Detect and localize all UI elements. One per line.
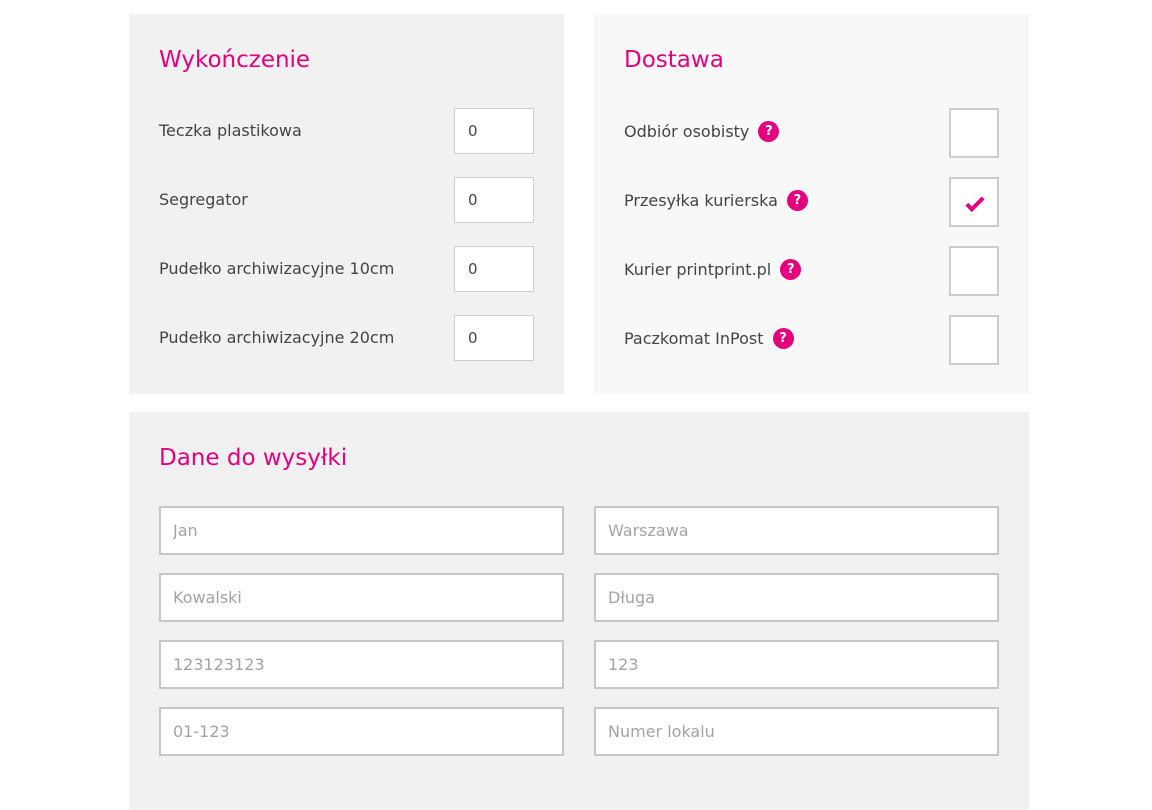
finish-label: Segregator (159, 190, 248, 209)
delivery-title: Dostawa (624, 47, 724, 73)
personal-pickup-checkbox[interactable] (949, 108, 999, 158)
delivery-option-printprint-courier: Kurier printprint.pl ? (624, 246, 999, 296)
delivery-option-paczkomat: Paczkomat InPost ? (624, 315, 999, 365)
delivery-label: Kurier printprint.pl (624, 260, 772, 279)
street-field[interactable] (594, 573, 999, 622)
finish-row-archive-box-20cm: Pudełko archiwizacyjne 20cm (159, 315, 534, 361)
printprint-courier-checkbox[interactable] (949, 246, 999, 296)
delivery-label-wrap: Kurier printprint.pl ? (624, 259, 802, 280)
apartment-number-field[interactable] (594, 707, 999, 756)
archive-box-10cm-quantity-input[interactable] (454, 246, 534, 292)
delivery-label: Przesyłka kurierska (624, 191, 778, 210)
delivery-label-wrap: Paczkomat InPost ? (624, 328, 794, 349)
help-icon[interactable]: ? (758, 121, 780, 142)
checkmark-icon (965, 192, 985, 213)
shipping-panel: Dane do wysyłki (129, 412, 1029, 810)
courier-checkbox[interactable] (949, 177, 999, 227)
city-field[interactable] (594, 506, 999, 555)
finish-row-plastic-folder: Teczka plastikowa (159, 108, 534, 154)
plastic-folder-quantity-input[interactable] (454, 108, 534, 154)
help-icon[interactable]: ? (786, 190, 808, 211)
finish-row-binder: Segregator (159, 177, 534, 223)
help-icon[interactable]: ? (780, 259, 802, 280)
finish-row-archive-box-10cm: Pudełko archiwizacyjne 10cm (159, 246, 534, 292)
delivery-option-courier: Przesyłka kurierska ? (624, 177, 999, 227)
finish-title: Wykończenie (159, 47, 311, 73)
delivery-label: Odbiór osobisty (624, 122, 750, 141)
delivery-panel: Dostawa Odbiór osobisty ? Przesyłka kuri… (594, 14, 1029, 394)
help-icon[interactable]: ? (772, 328, 794, 349)
finish-label: Teczka plastikowa (159, 121, 302, 140)
paczkomat-checkbox[interactable] (949, 315, 999, 365)
delivery-option-personal-pickup: Odbiór osobisty ? (624, 108, 999, 158)
finish-label: Pudełko archiwizacyjne 20cm (159, 328, 395, 347)
finish-panel: Wykończenie Teczka plastikowa Segregator… (129, 14, 564, 394)
delivery-label: Paczkomat InPost (624, 329, 764, 348)
finish-label: Pudełko archiwizacyjne 10cm (159, 259, 395, 278)
binder-quantity-input[interactable] (454, 177, 534, 223)
house-number-field[interactable] (594, 640, 999, 689)
shipping-title: Dane do wysyłki (159, 445, 348, 471)
delivery-label-wrap: Przesyłka kurierska ? (624, 190, 808, 211)
postal-code-field[interactable] (159, 707, 564, 756)
first-name-field[interactable] (159, 506, 564, 555)
last-name-field[interactable] (159, 573, 564, 622)
delivery-label-wrap: Odbiór osobisty ? (624, 121, 780, 142)
phone-field[interactable] (159, 640, 564, 689)
archive-box-20cm-quantity-input[interactable] (454, 315, 534, 361)
